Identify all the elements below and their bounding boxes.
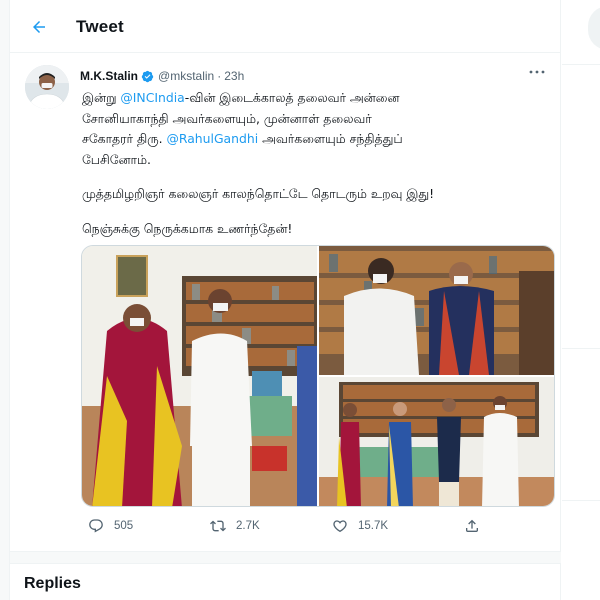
tweet-text-segment: -வின் இடைக்காலத் தலைவர் அன்னை (184, 90, 400, 105)
tweet-column: Tweet M.K.Stalin @mkstalin · 23h இன்று @… (10, 0, 561, 600)
section-divider (10, 551, 561, 564)
tweet-actions: 505 2.7K 15.7K (80, 515, 550, 537)
replies-heading: Replies (24, 575, 81, 592)
tweet-text-segment: அவர்களையும் சந்தித்துப் (258, 131, 403, 146)
tweet-text-line: பேசினோம். (82, 151, 151, 167)
tweet-text-line: சோனியாகாந்தி அவர்களையும், முன்னாள் தலைவர… (82, 110, 372, 126)
mention-link-incindia[interactable]: @INCIndia (120, 90, 184, 105)
more-options-icon[interactable] (529, 66, 547, 80)
tweet-photo-3[interactable] (319, 377, 554, 506)
tweet-timestamp[interactable]: 23h (224, 69, 244, 83)
like-count: 15.7K (358, 520, 389, 532)
back-button[interactable] (26, 14, 52, 40)
verified-badge-icon (141, 70, 154, 83)
avatar[interactable] (25, 65, 69, 109)
mention-link-rahulgandhi[interactable]: @RahulGandhi (166, 131, 258, 146)
share-icon (466, 519, 478, 532)
arrow-left-icon (33, 21, 45, 33)
tweet-text-paragraph: நெஞ்சுக்கு நெருக்கமாக உணர்ந்தேன்! (82, 220, 293, 236)
heart-icon (333, 520, 347, 533)
page-title: Tweet (76, 17, 124, 36)
author-name[interactable]: M.K.Stalin (80, 69, 138, 83)
tweet-header: M.K.Stalin @mkstalin · 23h (80, 67, 540, 85)
sidebar-divider (562, 348, 600, 349)
tweet-text-segment: இன்று (82, 90, 121, 105)
retweet-icon (210, 520, 226, 532)
tweet-media-grid (81, 245, 555, 507)
sidebar-divider (562, 500, 600, 501)
tweet-text-segment: சகோதரர் திரு. (82, 131, 167, 146)
retweet-button[interactable]: 2.7K (210, 515, 260, 537)
page-header: Tweet (10, 0, 561, 53)
tweet-photo-2[interactable] (319, 246, 554, 375)
separator-dot: · (217, 69, 222, 83)
reply-button[interactable]: 505 (88, 515, 133, 537)
reply-count: 505 (114, 520, 134, 532)
tweet-photo-1[interactable] (82, 246, 317, 506)
tweet-text-paragraph: முத்தமிழறிஞர் கலைஞர் காலந்தொட்டே தொடரும்… (82, 186, 435, 201)
author-handle[interactable]: @mkstalin (158, 69, 214, 83)
share-button[interactable] (464, 515, 490, 537)
avatar-image (25, 65, 69, 109)
retweet-count: 2.7K (236, 520, 260, 532)
right-sidebar (562, 0, 600, 600)
tweet-text: இன்று @INCIndia-வின் இடைக்காலத் தலைவர் அ… (82, 88, 552, 239)
sidebar-divider (562, 64, 600, 65)
like-button[interactable]: 15.7K (332, 515, 388, 537)
reply-icon (89, 519, 103, 533)
left-gutter (0, 0, 10, 600)
